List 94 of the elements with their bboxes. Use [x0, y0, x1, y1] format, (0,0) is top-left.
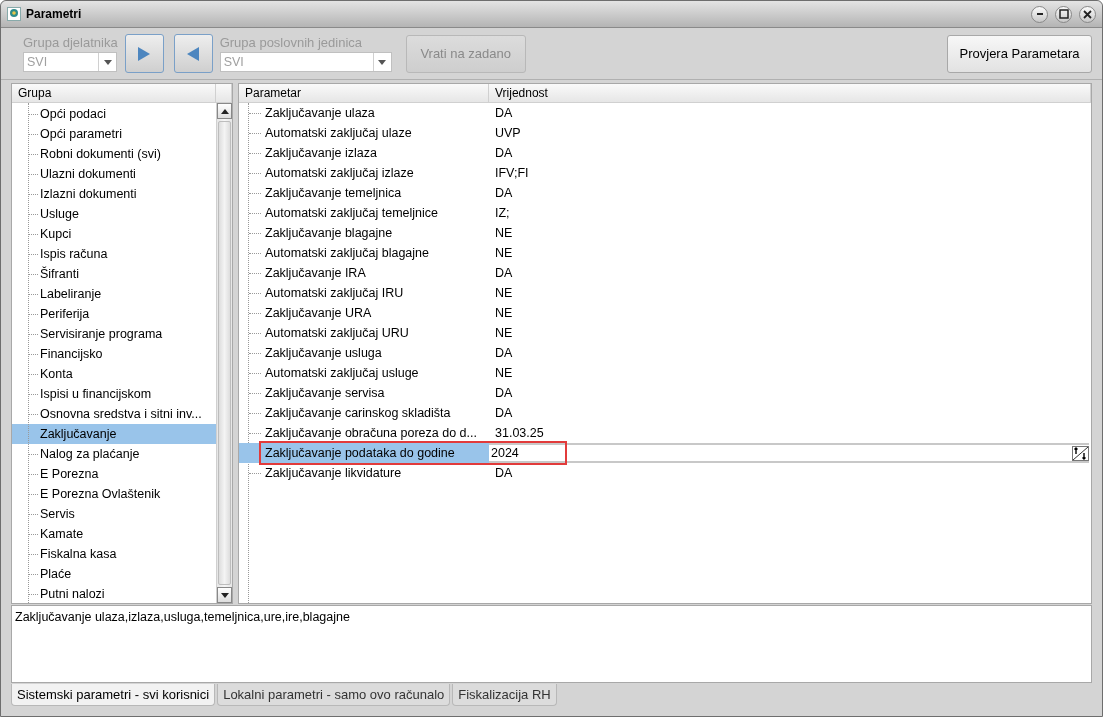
value-cell-text: DA: [494, 146, 513, 160]
tree-item[interactable]: Šifranti: [12, 264, 216, 284]
column-header: Parametar: [239, 84, 489, 102]
play-icon: [137, 45, 152, 62]
value-cell-text: DA: [494, 386, 513, 400]
tree-item[interactable]: E Porezna Ovlaštenik: [12, 484, 216, 504]
scrollbar-thumb[interactable]: [218, 121, 231, 585]
parameter-cell[interactable]: Zaključavanje ulaza: [239, 103, 489, 123]
value-cell-text: NE: [494, 326, 513, 340]
tab[interactable]: Sistemski parametri - svi korisnici: [11, 684, 216, 706]
value-cell-text: 31.03.25: [494, 426, 544, 440]
tree-item[interactable]: Nalog za plaćanje: [12, 444, 216, 464]
tree-item[interactable]: Periferija: [12, 304, 216, 324]
value-cell-text: DA: [494, 266, 513, 280]
scroll-down-button[interactable]: [217, 587, 232, 603]
back-button[interactable]: [173, 34, 213, 73]
down-arrow-icon: [220, 592, 229, 598]
tree-item[interactable]: Ulazni dokumenti: [12, 164, 216, 184]
caret-icon: [378, 59, 387, 65]
tree-item[interactable]: Ispis računa: [12, 244, 216, 264]
parameter-cell[interactable]: Automatski zaključaj usluge: [239, 363, 489, 383]
tree-item[interactable]: Opći parametri: [12, 124, 216, 144]
close-icon: [1083, 9, 1092, 19]
column-header: Vrijednost: [489, 84, 1091, 102]
parameter-cell[interactable]: Zaključavanje blagajne: [239, 223, 489, 243]
maximize-icon: [1058, 9, 1069, 19]
minimize-icon: [1036, 13, 1043, 15]
value-cell-text: DA: [494, 346, 513, 360]
value-cell-text: NE: [494, 246, 513, 260]
tree-item[interactable]: Servisiranje programa: [12, 324, 216, 344]
tree-item[interactable]: Kupci: [12, 224, 216, 244]
value-cell-text: DA: [494, 406, 513, 420]
value-cell-text: DA: [494, 106, 513, 120]
tree-item[interactable]: Konta: [12, 364, 216, 384]
parameter-cell[interactable]: Zaključavanje IRA: [239, 263, 489, 283]
tree-item[interactable]: Labeliranje: [12, 284, 216, 304]
close-button[interactable]: [1079, 5, 1096, 23]
tree-item[interactable]: Plaće: [12, 564, 216, 584]
back-icon: [186, 45, 201, 62]
caret-icon: [103, 59, 112, 65]
value-cell-text: UVP: [494, 126, 521, 140]
parameter-cell[interactable]: Automatski zaključaj blagajne: [239, 243, 489, 263]
description-text: Zaključavanje ulaza,izlaza,usluga,temeljnica,ure,ire,blagajne: [11, 605, 1092, 683]
tree-item[interactable]: Zaključavanje: [12, 424, 216, 444]
parameter-cell[interactable]: Zaključavanje likvidature: [239, 463, 489, 483]
tree-item[interactable]: Robni dokumenti (svi): [12, 144, 216, 164]
column-header: Grupa: [12, 84, 216, 102]
value-cell-text: NE: [494, 286, 513, 300]
parameter-cell[interactable]: Zaključavanje carinskog skladišta: [239, 403, 489, 423]
parameter-cell[interactable]: Automatski zaključaj temeljnice: [239, 203, 489, 223]
parameter-cell[interactable]: Automatski zaključaj URU: [239, 323, 489, 343]
parameter-cell[interactable]: Zaključavanje URA: [239, 303, 489, 323]
scrollbar[interactable]: [216, 103, 232, 603]
spin-icon[interactable]: [1072, 445, 1089, 461]
tree-item[interactable]: Osnovna sredstva i sitni inv...: [12, 404, 216, 424]
value-input[interactable]: 2024: [489, 443, 1089, 463]
value-cell-text: IZ;: [494, 206, 510, 220]
tree-item[interactable]: Putni nalozi: [12, 584, 216, 603]
parameter-cell[interactable]: Automatski zaključaj izlaze: [239, 163, 489, 183]
value-cell-text: DA: [494, 186, 513, 200]
minimize-button[interactable]: [1031, 5, 1048, 23]
value-cell-text: NE: [494, 226, 513, 240]
tree-item[interactable]: Servis: [12, 504, 216, 524]
check-parameters-button[interactable]: Provjera Parametara: [947, 34, 1092, 73]
tree-item[interactable]: Fiskalna kasa: [12, 544, 216, 564]
window-title: Parametri: [26, 7, 83, 21]
value-cell-text: NE: [494, 306, 513, 320]
parameter-cell[interactable]: Zaključavanje usluga: [239, 343, 489, 363]
tab[interactable]: Lokalni parametri - samo ovo računalo: [217, 684, 451, 706]
app-icon: [7, 7, 21, 21]
tab[interactable]: Fiskalizacija RH: [452, 684, 557, 706]
value-cell-text: NE: [494, 366, 513, 380]
forward-button[interactable]: [124, 34, 164, 73]
tree-item[interactable]: Usluge: [12, 204, 216, 224]
maximize-button[interactable]: [1055, 5, 1072, 23]
tree-item[interactable]: Izlazni dokumenti: [12, 184, 216, 204]
value-cell-text: DA: [494, 466, 513, 480]
parameter-cell[interactable]: Zaključavanje izlaza: [239, 143, 489, 163]
tree-item[interactable]: Ispisi u financijskom: [12, 384, 216, 404]
field-label: Grupa poslovnih jedinica: [219, 35, 364, 50]
tree-item[interactable]: E Porezna: [12, 464, 216, 484]
parameter-cell[interactable]: Automatski zaključaj IRU: [239, 283, 489, 303]
field-label: Grupa djelatnika: [23, 35, 118, 50]
scroll-up-button[interactable]: [217, 103, 232, 119]
parameter-cell[interactable]: Zaključavanje obračuna poreza do d...: [239, 423, 489, 443]
parameter-cell[interactable]: Zaključavanje temeljnica: [239, 183, 489, 203]
parameter-cell[interactable]: Automatski zaključaj ulaze: [239, 123, 489, 143]
parameter-cell[interactable]: Zaključavanje podataka do godine: [239, 443, 489, 463]
tree-item[interactable]: Kamate: [12, 524, 216, 544]
up-arrow-icon: [220, 108, 229, 114]
parameter-cell[interactable]: Zaključavanje servisa: [239, 383, 489, 403]
value-cell-text: IFV;FI: [494, 166, 529, 180]
tree-item[interactable]: Financijsko: [12, 344, 216, 364]
tree-item[interactable]: Opći podaci: [12, 104, 216, 124]
